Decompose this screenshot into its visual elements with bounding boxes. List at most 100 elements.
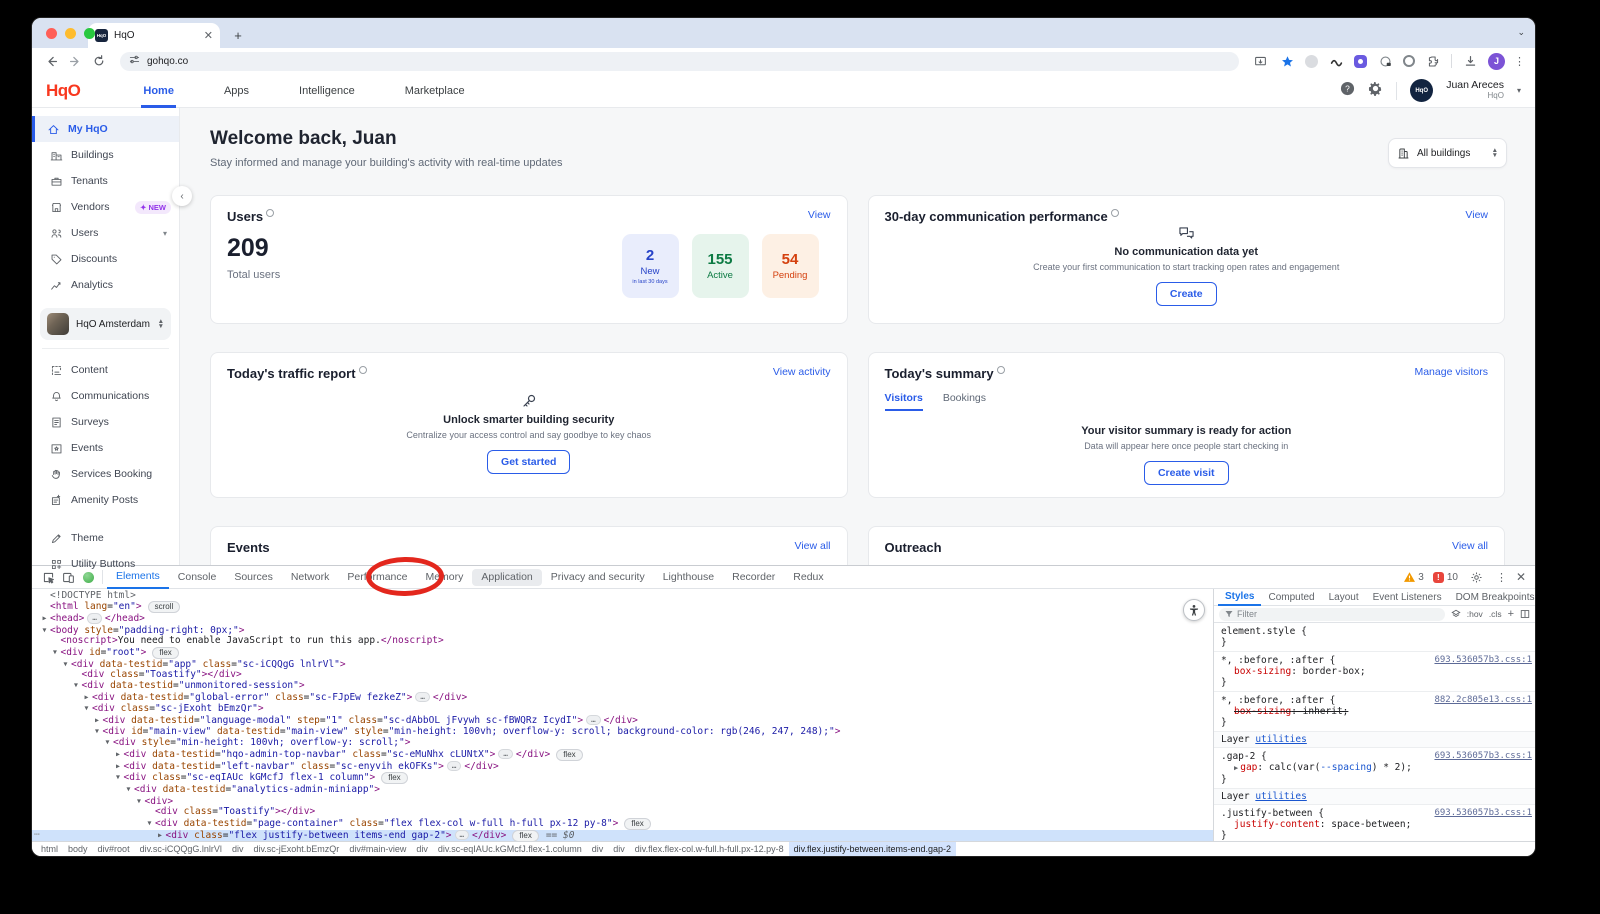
devtools-tab-network[interactable]: Network	[282, 566, 339, 589]
view-activity-link[interactable]: View activity	[773, 366, 831, 378]
dom-node[interactable]: <div class="Toastify"></div>	[32, 670, 1213, 680]
dark-extension-icon[interactable]	[1327, 52, 1345, 70]
issues-badge[interactable]: ! 10	[1433, 572, 1458, 583]
styles-tab-computed[interactable]: Computed	[1261, 589, 1321, 606]
dimmed-extension-icon[interactable]	[1305, 55, 1318, 68]
tab-close-icon[interactable]: ✕	[204, 29, 213, 42]
breadcrumb-html[interactable]: html	[36, 842, 63, 857]
devtools-tab-redux[interactable]: Redux	[784, 566, 832, 589]
building-filter-select[interactable]: All buildings ▲▼	[1388, 138, 1507, 168]
hqo-logo[interactable]: HqO	[46, 81, 80, 101]
devtools-tab-privacy-and-security[interactable]: Privacy and security	[542, 566, 654, 589]
info-icon[interactable]	[997, 366, 1005, 374]
get-started-button[interactable]: Get started	[487, 450, 570, 474]
tab-bookings[interactable]: Bookings	[943, 392, 986, 411]
dom-node[interactable]: ▼<div data-testid="analytics-admin-minia…	[32, 784, 1213, 795]
breadcrumb-div[interactable]: div	[411, 842, 433, 857]
breadcrumb-div-sc-jexoht-bemzqr[interactable]: div.sc-jExoht.bEmzQr	[248, 842, 344, 857]
dom-node[interactable]: ▶<div data-testid="language-modal" step=…	[32, 715, 1213, 726]
dom-node[interactable]: <noscript>You need to enable JavaScript …	[32, 636, 1213, 646]
devtools-tab-lighthouse[interactable]: Lighthouse	[654, 566, 723, 589]
extensions-puzzle-icon[interactable]	[1424, 52, 1442, 70]
nav-tab-marketplace[interactable]: Marketplace	[403, 74, 467, 108]
sidebar-item-discounts[interactable]: Discounts	[32, 246, 179, 272]
warnings-badge[interactable]: 3	[1404, 572, 1424, 583]
dom-node[interactable]: ▼<div id="root">flex	[32, 647, 1213, 659]
elements-dom-tree[interactable]: <!DOCTYPE html><html lang="en">scroll▶<h…	[32, 589, 1213, 841]
nav-tab-intelligence[interactable]: Intelligence	[297, 74, 357, 108]
styles-filter-input[interactable]: Filter	[1219, 608, 1445, 621]
breadcrumb-div[interactable]: div	[227, 842, 249, 857]
maximize-window-button[interactable]	[84, 28, 95, 39]
purple-extension-icon[interactable]	[1354, 55, 1367, 68]
window-controls[interactable]	[46, 28, 95, 39]
breadcrumb-body[interactable]: body	[63, 842, 93, 857]
ring-extension-icon[interactable]	[1403, 55, 1415, 67]
devtools-tab-application[interactable]: Application	[472, 569, 541, 586]
outreach-view-all-link[interactable]: View all	[1452, 540, 1488, 552]
user-menu-chevron-icon[interactable]: ▾	[1517, 86, 1521, 95]
building-selector[interactable]: HqO Amsterdam ▲▼	[40, 308, 171, 340]
dom-node[interactable]: ▼<div data-testid="page-container" class…	[32, 818, 1213, 830]
sidebar-collapse-button[interactable]: ‹	[172, 186, 192, 206]
devtools-tab-sources[interactable]: Sources	[225, 566, 282, 589]
layer-link[interactable]: utilities	[1255, 734, 1306, 745]
forward-button[interactable]	[66, 52, 84, 70]
sidebar-item-my-hqo[interactable]: My HqO	[32, 116, 179, 142]
lock-extension-icon[interactable]	[1376, 52, 1394, 70]
manage-visitors-link[interactable]: Manage visitors	[1414, 366, 1488, 378]
breadcrumb-div-sc-eqiauc-kgmcfj-flex-1-column[interactable]: div.sc-eqIAUc.kGMcfJ.flex-1.column	[433, 842, 587, 857]
downloads-icon[interactable]	[1461, 52, 1479, 70]
dom-node[interactable]: ▶<div data-testid="left-navbar" class="s…	[32, 761, 1213, 772]
styles-tab-dom-breakpoints[interactable]: DOM Breakpoints	[1449, 589, 1535, 606]
site-settings-icon[interactable]	[129, 54, 140, 68]
styles-tab-layout[interactable]: Layout	[1322, 589, 1366, 606]
comm-view-link[interactable]: View	[1465, 209, 1488, 221]
dom-node[interactable]: ▼<div style="min-height: 100vh; overflow…	[32, 737, 1213, 748]
devtools-tab-recorder[interactable]: Recorder	[723, 566, 784, 589]
style-rule[interactable]: element.style {}	[1214, 623, 1535, 652]
info-icon[interactable]	[266, 209, 274, 217]
sidebar-item-surveys[interactable]: Surveys	[32, 409, 179, 435]
dom-node[interactable]: <div class="Toastify"></div>	[32, 807, 1213, 817]
nav-tab-apps[interactable]: Apps	[222, 74, 251, 108]
style-rule[interactable]: 693.536057b3.css:1.gap-2 {▶gap: calc(var…	[1214, 748, 1535, 789]
nav-tab-home[interactable]: Home	[141, 74, 176, 108]
install-app-icon[interactable]	[1251, 52, 1269, 70]
sidebar-item-events[interactable]: Events	[32, 435, 179, 461]
create-communication-button[interactable]: Create	[1156, 282, 1217, 306]
breadcrumb-div[interactable]: div	[608, 842, 630, 857]
styles-rules-list[interactable]: element.style {}693.536057b3.css:1*, :be…	[1214, 623, 1535, 841]
address-bar[interactable]: gohqo.co	[120, 52, 1239, 71]
sidebar-item-tenants[interactable]: Tenants	[32, 168, 179, 194]
breadcrumb-div-root[interactable]: div#root	[93, 842, 135, 857]
sidebar-item-utility-buttons[interactable]: Utility Buttons	[32, 551, 179, 577]
bookmark-star-icon[interactable]	[1278, 52, 1296, 70]
styles-tab-event-listeners[interactable]: Event Listeners	[1366, 589, 1449, 606]
dom-node[interactable]: <!DOCTYPE html>	[32, 591, 1213, 601]
sidebar-item-users[interactable]: Users▾	[32, 220, 179, 246]
events-view-all-link[interactable]: View all	[795, 540, 831, 552]
rule-source-link[interactable]: 693.536057b3.css:1	[1434, 808, 1532, 819]
settings-gear-icon[interactable]	[1368, 81, 1383, 101]
tab-visitors[interactable]: Visitors	[885, 392, 923, 411]
breadcrumb-div-main-view[interactable]: div#main-view	[344, 842, 411, 857]
sidebar-item-buildings[interactable]: Buildings	[32, 142, 179, 168]
rule-source-link[interactable]: 882.2c805e13.css:1	[1434, 695, 1532, 706]
style-rule[interactable]: 693.536057b3.css:1*, :before, :after {bo…	[1214, 652, 1535, 692]
create-visit-button[interactable]: Create visit	[1144, 461, 1229, 485]
sidebar-item-analytics[interactable]: Analytics	[32, 272, 179, 298]
sidebar-item-communications[interactable]: Communications	[32, 383, 179, 409]
sidebar-item-theme[interactable]: Theme	[32, 525, 179, 551]
back-button[interactable]	[42, 52, 60, 70]
devtools-settings-icon[interactable]	[1467, 567, 1487, 587]
browser-tab[interactable]: HqO HqO ✕	[88, 23, 220, 48]
breadcrumb-div[interactable]: div	[587, 842, 609, 857]
help-icon[interactable]: ?	[1340, 81, 1355, 101]
dom-node[interactable]: ▶<div data-testid="hqo-admin-top-navbar"…	[32, 749, 1213, 761]
dom-node[interactable]: ▼<div class="sc-eqIAUc kGMcfJ flex-1 col…	[32, 772, 1213, 784]
tab-search-icon[interactable]: ⌄	[1517, 27, 1525, 38]
breadcrumb-div-flex-justify-between-items-end-gap-2[interactable]: div.flex.justify-between.items-end.gap-2	[789, 842, 956, 857]
dom-node[interactable]: ▶<div data-testid="global-error" class="…	[32, 692, 1213, 703]
users-view-link[interactable]: View	[808, 209, 831, 221]
